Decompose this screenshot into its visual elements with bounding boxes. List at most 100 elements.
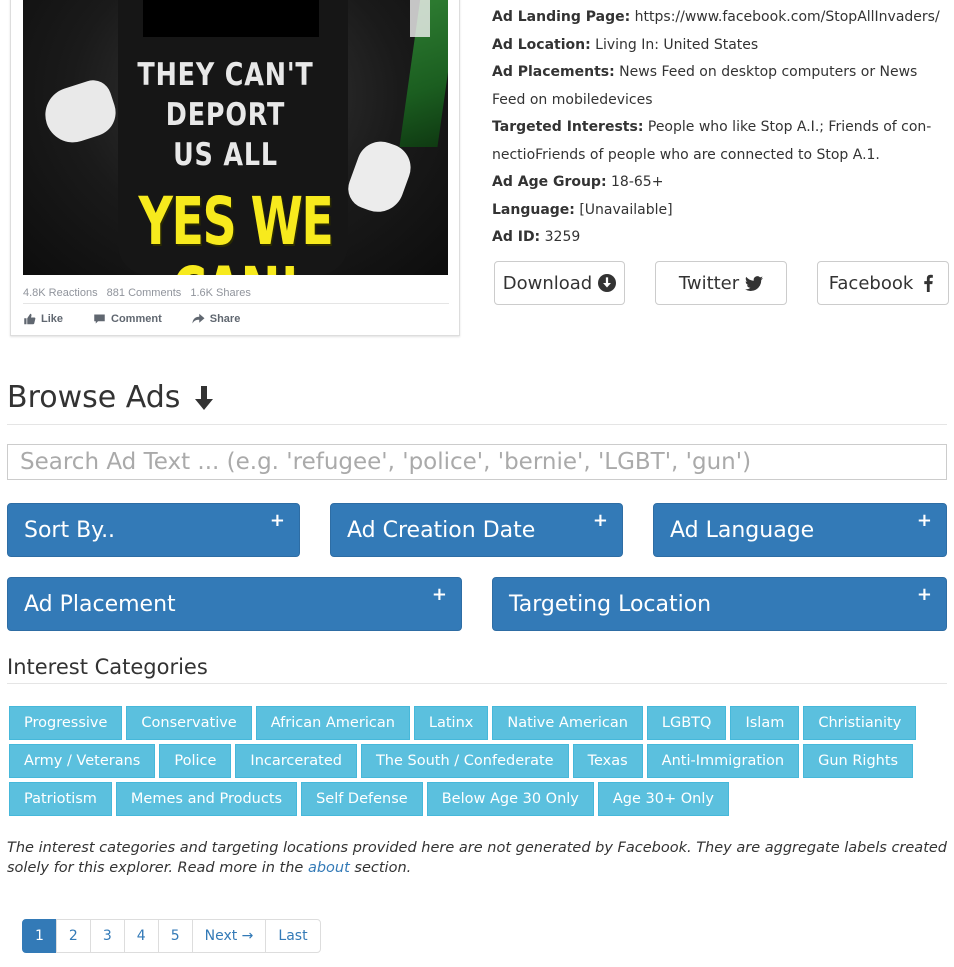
comments-count: 881 Comments xyxy=(106,287,182,299)
note-text: The interest categories and targeting lo… xyxy=(7,840,948,876)
slogan-line-2: DEPORT xyxy=(165,97,286,133)
ad-id-value: 3259 xyxy=(544,229,581,245)
like-label: Like xyxy=(41,313,64,325)
download-button[interactable]: Download xyxy=(494,261,625,305)
ad-divider xyxy=(23,303,449,304)
ad-actions: Like Comment Share xyxy=(23,313,240,325)
slogan-line-1: THEY CAN'T xyxy=(137,57,314,93)
tag-patriotism[interactable]: Patriotism xyxy=(9,782,112,816)
arrow-down-icon xyxy=(195,385,214,410)
tag-south-confederate[interactable]: The South / Confederate xyxy=(360,744,569,778)
plus-icon: + xyxy=(431,584,447,605)
tag-christianity[interactable]: Christianity xyxy=(803,706,917,740)
tag-african-american[interactable]: African American xyxy=(255,706,410,740)
detail-ad-id: Ad ID: 3259 xyxy=(492,224,947,252)
tag-texas[interactable]: Texas xyxy=(572,744,643,778)
detail-label: Targeted Interests: xyxy=(492,119,644,135)
tag-self-defense[interactable]: Self Defense xyxy=(301,782,423,816)
page-1-link[interactable]: 1 xyxy=(22,919,57,953)
ad-language-filter[interactable]: Ad Language + xyxy=(653,503,947,557)
detail-label: Ad ID: xyxy=(492,229,541,245)
share-arrow-icon xyxy=(192,313,205,324)
share-action: Share xyxy=(192,313,241,325)
comment-icon xyxy=(94,314,105,324)
redaction-bar xyxy=(143,0,319,37)
image-slogan-small: THEY CAN'T DEPORT US ALL xyxy=(51,55,400,175)
tag-islam[interactable]: Islam xyxy=(730,706,800,740)
ad-stats: 4.8K Reactions 881 Comments 1.6K Shares xyxy=(23,287,257,299)
share-label: Share xyxy=(209,313,241,325)
browse-ads-title: Browse Ads xyxy=(7,380,181,415)
like-action: Like xyxy=(23,313,63,325)
detail-placements: Ad Placements: News Feed on desktop comp… xyxy=(492,59,947,114)
detail-label: Ad Age Group: xyxy=(492,174,607,190)
tag-incarcerated[interactable]: Incarcerated xyxy=(235,744,357,778)
tag-latinx[interactable]: Latinx xyxy=(413,706,489,740)
tag-lgbtq[interactable]: LGBTQ xyxy=(646,706,727,740)
interest-tags: Progressive Conservative African America… xyxy=(9,706,949,820)
download-label: Download xyxy=(502,272,593,294)
tag-gun-rights[interactable]: Gun Rights xyxy=(803,744,914,778)
flag-white-graphic xyxy=(410,0,430,37)
tag-anti-immigration[interactable]: Anti-Immigration xyxy=(646,744,800,778)
heading-divider xyxy=(7,424,947,425)
tag-army-veterans[interactable]: Army / Veterans xyxy=(9,744,156,778)
shares-count: 1.6K Shares xyxy=(190,287,251,299)
page-4-link[interactable]: 4 xyxy=(123,919,159,953)
tag-row-2: Army / Veterans Police Incarcerated The … xyxy=(9,744,949,778)
tag-row-1: Progressive Conservative African America… xyxy=(9,706,949,740)
targeting-location-filter[interactable]: Targeting Location + xyxy=(492,577,947,631)
search-ad-text-input[interactable] xyxy=(7,444,947,480)
sort-by-filter[interactable]: Sort By.. + xyxy=(7,503,300,557)
tag-conservative[interactable]: Conservative xyxy=(126,706,252,740)
last-page-link[interactable]: Last xyxy=(265,919,321,953)
twitter-label: Twitter xyxy=(678,272,740,294)
detail-language: Language: [Unavailable] xyxy=(492,197,947,225)
ad-details: Ad Landing Page: https://www.facebook.co… xyxy=(492,4,947,252)
detail-label: Ad Landing Page: xyxy=(492,9,631,25)
note-text-end: section. xyxy=(349,860,412,876)
page-5-link[interactable]: 5 xyxy=(157,919,193,953)
detail-label: Ad Location: xyxy=(492,36,591,53)
twitter-button[interactable]: Twitter xyxy=(655,261,787,305)
plus-icon: + xyxy=(916,510,932,531)
share-buttons: Download Twitter Facebook xyxy=(494,261,949,305)
tag-memes-products[interactable]: Memes and Products xyxy=(115,782,298,816)
facebook-button[interactable]: Facebook xyxy=(817,261,949,305)
tag-native-american[interactable]: Native American xyxy=(492,706,643,740)
tag-police[interactable]: Police xyxy=(159,744,232,778)
interest-categories-heading: Interest Categories xyxy=(7,655,208,679)
filter-label: Sort By.. xyxy=(24,517,116,543)
image-slogan-big: YES WE CAN! xyxy=(138,183,334,276)
tag-below-age-30[interactable]: Below Age 30 Only xyxy=(426,782,594,816)
pagination: 1 2 3 4 5 Next → Last xyxy=(22,919,321,953)
page-3-link[interactable]: 3 xyxy=(89,919,125,953)
next-page-link[interactable]: Next → xyxy=(191,919,267,953)
language-value: [Unavailable] xyxy=(579,201,673,218)
disclaimer-note: The interest categories and targeting lo… xyxy=(7,838,947,878)
plus-icon: + xyxy=(592,510,608,531)
comment-label: Comment xyxy=(111,313,162,325)
age-value: 18-65+ xyxy=(611,174,664,190)
location-value: Living In: United States xyxy=(595,36,759,53)
detail-age-group: Ad Age Group: 18-65+ xyxy=(492,169,947,197)
detail-label: Language: xyxy=(492,201,575,218)
ad-preview-card: THEY CAN'T DEPORT US ALL YES WE CAN! 4.8… xyxy=(10,0,460,336)
detail-landing-page: Ad Landing Page: https://www.facebook.co… xyxy=(492,4,947,32)
detail-label: Ad Placements: xyxy=(492,64,615,80)
ad-creation-date-filter[interactable]: Ad Creation Date + xyxy=(330,503,623,557)
filter-label: Ad Creation Date xyxy=(347,517,536,543)
facebook-f-icon xyxy=(924,274,934,292)
tag-progressive[interactable]: Progressive xyxy=(9,706,123,740)
tag-age-30-plus[interactable]: Age 30+ Only xyxy=(597,782,729,816)
facebook-label: Facebook xyxy=(828,272,914,294)
filter-label: Ad Placement xyxy=(24,591,176,617)
page-2-link[interactable]: 2 xyxy=(55,919,91,953)
about-link[interactable]: about xyxy=(308,860,350,876)
filter-label: Ad Language xyxy=(670,517,815,543)
thumbs-up-icon xyxy=(24,313,36,325)
tag-row-3: Patriotism Memes and Products Self Defen… xyxy=(9,782,949,816)
ad-placement-filter[interactable]: Ad Placement + xyxy=(7,577,462,631)
interest-divider xyxy=(7,683,947,684)
browse-ads-heading: Browse Ads xyxy=(7,380,214,415)
